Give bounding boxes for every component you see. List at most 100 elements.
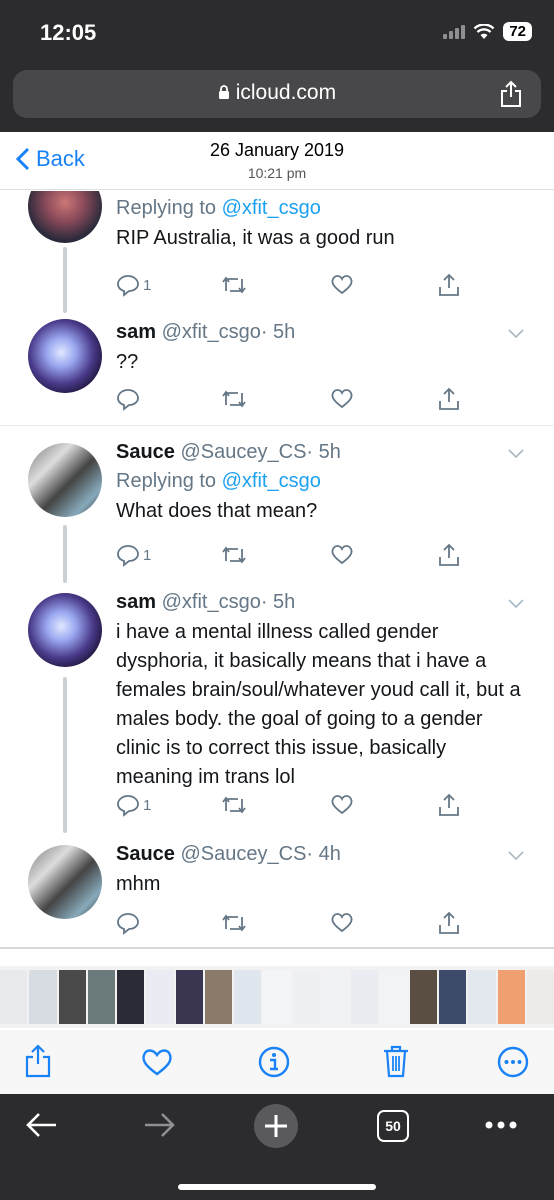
user-handle[interactable]: @xfit_csgo (162, 591, 261, 613)
thumbnail[interactable] (87, 970, 116, 1024)
trash-icon[interactable] (382, 1044, 410, 1078)
chevron-down-icon[interactable] (508, 599, 524, 609)
retweet-icon (222, 914, 246, 932)
avatar (28, 319, 102, 393)
display-name[interactable]: Sauce (116, 843, 175, 865)
forward-arrow-icon[interactable] (143, 1112, 175, 1138)
thumbnail[interactable] (204, 970, 233, 1024)
plus-icon (265, 1115, 287, 1137)
reply-button[interactable] (116, 911, 143, 935)
info-icon[interactable] (258, 1046, 290, 1078)
lock-icon (218, 85, 229, 99)
tweet-header: sam @xfit_csgo· 5h (116, 591, 524, 614)
home-indicator[interactable] (178, 1184, 376, 1190)
thread-line (63, 677, 67, 833)
tweet-actions: 1 (116, 793, 459, 823)
share-icon[interactable] (499, 80, 523, 108)
reply-button[interactable] (116, 387, 143, 411)
thumbnail[interactable] (292, 970, 320, 1024)
chevron-down-icon[interactable] (508, 449, 524, 459)
tweet-actions (116, 911, 459, 941)
thumbnail[interactable] (234, 970, 262, 1024)
tweet-age: · 5h (306, 441, 341, 463)
user-handle[interactable]: @Saucey_CS (181, 843, 307, 865)
photo-thumbnail-strip[interactable] (0, 966, 554, 1028)
thumbnail[interactable] (351, 970, 379, 1024)
share-icon (439, 273, 459, 296)
thumbnail[interactable] (0, 970, 28, 1024)
address-bar[interactable]: icloud.com (13, 70, 541, 118)
retweet-button[interactable] (220, 793, 248, 817)
tweet-actions (116, 387, 459, 417)
reply-button[interactable]: 1 (116, 793, 151, 817)
share-icon (439, 911, 459, 934)
reply-icon (117, 545, 139, 567)
like-button[interactable] (330, 793, 354, 815)
thumbnail[interactable] (380, 970, 408, 1024)
share-tweet-button[interactable] (438, 543, 460, 567)
reply-handle-link[interactable]: @xfit_csgo (222, 197, 321, 219)
chevron-down-icon[interactable] (508, 851, 524, 861)
user-handle[interactable]: @xfit_csgo (162, 321, 261, 343)
thumbnail[interactable] (263, 970, 291, 1024)
thumbnail[interactable] (175, 970, 203, 1024)
like-button[interactable] (330, 911, 354, 933)
like-button[interactable] (330, 543, 354, 565)
display-name[interactable]: sam (116, 321, 156, 343)
tweet-text: mhm (116, 873, 161, 895)
browser-chrome: 12:05 72 icloud.com (0, 0, 554, 132)
share-tweet-button[interactable] (438, 911, 460, 935)
display-name[interactable]: Sauce (116, 441, 175, 463)
reply-icon (117, 389, 139, 411)
reply-button[interactable]: 1 (116, 543, 151, 567)
share-tweet-button[interactable] (438, 273, 460, 297)
thumbnail[interactable] (438, 970, 467, 1024)
retweet-icon (222, 796, 246, 814)
reply-icon (117, 275, 139, 297)
like-button[interactable] (330, 273, 354, 295)
heart-icon (331, 795, 353, 815)
thumbnail[interactable] (29, 970, 57, 1024)
share-tweet-button[interactable] (438, 387, 460, 411)
display-name[interactable]: sam (116, 591, 156, 613)
tweet-text: i have a mental illness called gender dy… (116, 621, 521, 788)
heart-icon (331, 275, 353, 295)
tweet-screenshot: Replying to @xfit_csgo RIP Australia, it… (0, 191, 554, 961)
retweet-button[interactable] (220, 911, 248, 935)
thumbnail[interactable] (58, 970, 86, 1024)
photo-toolbar (0, 1030, 554, 1094)
reply-prefix: Replying to (116, 470, 222, 492)
thread-line (63, 525, 67, 583)
tabs-button[interactable]: 50 (377, 1110, 409, 1142)
wifi-icon (473, 23, 495, 39)
thumbnail[interactable] (117, 970, 145, 1024)
like-button[interactable] (330, 387, 354, 409)
tweet-header: Sauce @Saucey_CS· 4h (116, 843, 524, 866)
reply-button[interactable]: 1 (116, 273, 151, 297)
retweet-button[interactable] (220, 387, 248, 411)
ellipsis-icon[interactable] (484, 1120, 518, 1130)
user-handle[interactable]: @Saucey_CS (181, 441, 307, 463)
back-arrow-icon[interactable] (26, 1112, 58, 1138)
thumbnail[interactable] (409, 970, 437, 1024)
chevron-down-icon[interactable] (508, 329, 524, 339)
thumbnail[interactable] (526, 970, 554, 1024)
heart-icon[interactable] (141, 1048, 173, 1076)
avatar (28, 593, 102, 667)
thumbnail[interactable] (321, 970, 350, 1024)
thumbnail[interactable] (468, 970, 496, 1024)
more-icon[interactable] (497, 1046, 529, 1078)
retweet-button[interactable] (220, 543, 248, 567)
share-icon[interactable] (24, 1044, 52, 1078)
retweet-icon (222, 390, 246, 408)
tweet-divider (0, 947, 554, 949)
thumbnail[interactable] (497, 970, 525, 1024)
reply-handle-link[interactable]: @xfit_csgo (222, 470, 321, 492)
share-tweet-button[interactable] (438, 793, 460, 817)
retweet-button[interactable] (220, 273, 248, 297)
tweet-divider (0, 425, 554, 426)
tweet-age: · 5h (260, 591, 296, 613)
thumbnail[interactable] (146, 970, 174, 1024)
tweet-text: ?? (116, 351, 139, 373)
new-tab-button[interactable] (254, 1104, 298, 1148)
